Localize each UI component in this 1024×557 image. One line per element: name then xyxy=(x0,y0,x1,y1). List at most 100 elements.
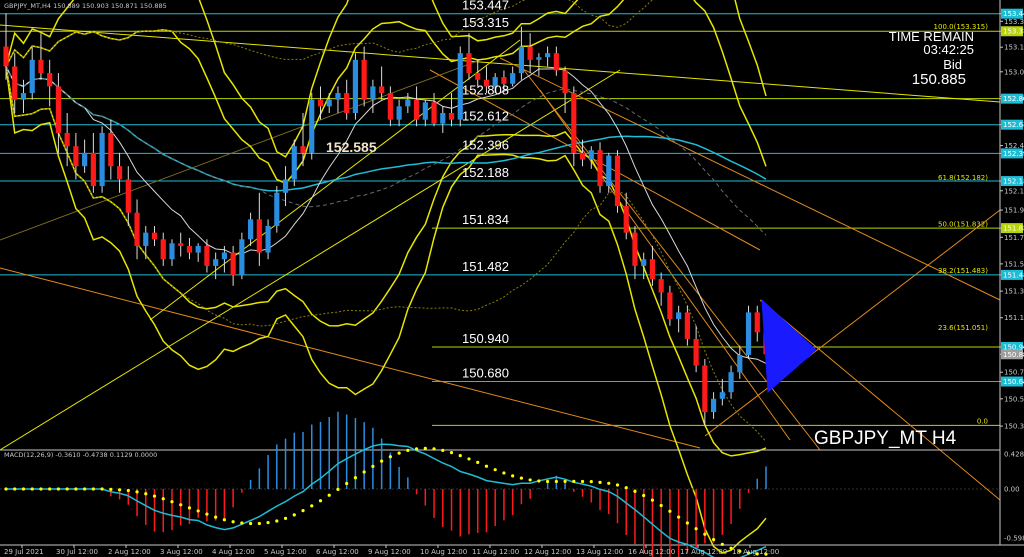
macd-signal-dot xyxy=(607,481,611,485)
macd-signal-dot xyxy=(100,487,104,491)
macd-signal-dot xyxy=(4,487,8,491)
price-tick-label: 151.765 xyxy=(1004,234,1024,242)
price-axis-box-label: 150.885 xyxy=(1003,351,1024,359)
macd-tick-label: 0.00 xyxy=(1004,486,1020,494)
price-tick-label: 150.550 xyxy=(1004,395,1024,403)
candle-body xyxy=(344,93,350,113)
macd-signal-dot xyxy=(362,470,366,474)
price-tick-label: 153.010 xyxy=(1004,68,1024,76)
candle-body xyxy=(623,206,629,233)
candle-body xyxy=(536,57,542,60)
macd-signal-dot xyxy=(248,521,253,526)
macd-signal-dot xyxy=(397,451,401,455)
candle-body xyxy=(300,146,306,153)
candle-body xyxy=(47,73,53,87)
candle-body xyxy=(29,59,35,94)
candle-body xyxy=(387,93,393,120)
macd-signal-dot xyxy=(493,468,497,472)
macd-signal-dot xyxy=(441,448,445,452)
price-axis-box-label: 150.680 xyxy=(1003,378,1024,386)
macd-signal-dot xyxy=(694,527,698,531)
macd-signal-dot xyxy=(659,503,663,508)
candle-body xyxy=(265,225,271,253)
macd-signal-dot xyxy=(703,532,707,536)
macd-signal-dot xyxy=(650,498,655,502)
macd-signal-dot xyxy=(117,488,122,492)
price-level-label: 152.396 xyxy=(462,137,509,152)
candle-body xyxy=(12,66,18,100)
candle-body xyxy=(737,354,743,373)
candle-body xyxy=(169,243,175,260)
candle-body xyxy=(518,46,524,74)
candle-body xyxy=(641,259,647,266)
candle-body xyxy=(553,53,559,71)
price-level-label: 152.808 xyxy=(462,83,509,98)
candle-body xyxy=(527,46,533,60)
candle-body xyxy=(413,99,420,120)
time-tick-label: 12 Aug 12:00 xyxy=(524,548,571,556)
candle-body xyxy=(291,146,297,180)
macd-signal-dot xyxy=(187,506,192,510)
price-tick-label: 150.345 xyxy=(1004,423,1024,431)
macd-signal-dot xyxy=(345,481,349,486)
price-axis-box-label: 153.447 xyxy=(1003,10,1024,18)
macd-signal-dot xyxy=(205,512,209,516)
time-tick-label: 6 Aug 12:00 xyxy=(316,548,359,556)
macd-signal-dot xyxy=(380,459,384,463)
time-tick-label: 4 Aug 12:00 xyxy=(212,548,255,556)
macd-signal-dot xyxy=(449,451,454,455)
price-tick-label: 152.115 xyxy=(1004,187,1024,195)
candle-body xyxy=(64,132,70,147)
macd-signal-dot xyxy=(56,487,61,491)
time-tick-label: 13 Aug 12:00 xyxy=(576,548,623,556)
candle-body xyxy=(745,312,752,355)
macd-tick-label: 0.4284 xyxy=(1004,450,1024,458)
macd-signal-dot xyxy=(170,500,174,504)
macd-signal-dot xyxy=(484,464,489,468)
candle-body xyxy=(326,99,332,107)
macd-signal-dot xyxy=(589,480,593,484)
price-level-label: 151.482 xyxy=(462,259,509,274)
macd-signal-dot xyxy=(48,487,52,491)
candle-body xyxy=(55,86,62,133)
candle-body xyxy=(702,365,708,413)
bid-label: Bid xyxy=(943,57,962,72)
macd-signal-dot xyxy=(668,509,672,513)
macd-signal-dot xyxy=(65,487,69,491)
macd-signal-dot xyxy=(240,521,244,525)
candle-body xyxy=(710,398,717,413)
macd-signal-dot xyxy=(39,487,43,491)
chart-container[interactable]: 153.447 153.315 152.808 152.612 152.396 152.1… xyxy=(0,0,1024,557)
macd-signal-dot xyxy=(231,520,235,524)
price-tick-label: 153.195 xyxy=(1004,44,1024,52)
macd-signal-dot xyxy=(371,464,375,468)
candle-body xyxy=(379,86,385,94)
candle-body xyxy=(108,132,114,167)
price-level-label: 153.315 xyxy=(462,15,509,30)
macd-signal-dot xyxy=(214,515,218,519)
fib-level-label: 61.8(152.182) xyxy=(938,174,988,182)
time-tick-label: 29 Jul 2021 xyxy=(4,548,44,556)
macd-signal-dot xyxy=(563,479,567,483)
candle-body xyxy=(588,150,594,160)
candle-body xyxy=(221,252,227,260)
candle-body xyxy=(579,152,586,160)
time-tick-label: 11 Aug 12:00 xyxy=(472,548,519,556)
price-axis-box-label: 151.482 xyxy=(1003,271,1024,279)
time-remain-value: 03:42:25 xyxy=(923,42,974,57)
price-chart[interactable]: 153.447 153.315 152.808 152.612 152.396 152.1… xyxy=(0,0,1024,557)
candle-body xyxy=(125,179,131,213)
macd-signal-dot xyxy=(677,515,681,519)
fib-level-label: 50.0(151.832) xyxy=(938,220,988,228)
candle-body xyxy=(230,252,236,276)
macd-signal-dot xyxy=(458,454,462,458)
candle-body xyxy=(754,312,760,333)
candle-body xyxy=(440,112,446,124)
price-axis-box-label: 153.315 xyxy=(1003,28,1024,36)
candle-body xyxy=(3,46,9,67)
candle-body xyxy=(204,245,210,266)
macd-signal-dot xyxy=(711,537,716,542)
macd-signal-dot xyxy=(528,478,532,482)
price-axis-box-label: 152.808 xyxy=(1003,95,1024,103)
candle-body xyxy=(73,146,79,167)
